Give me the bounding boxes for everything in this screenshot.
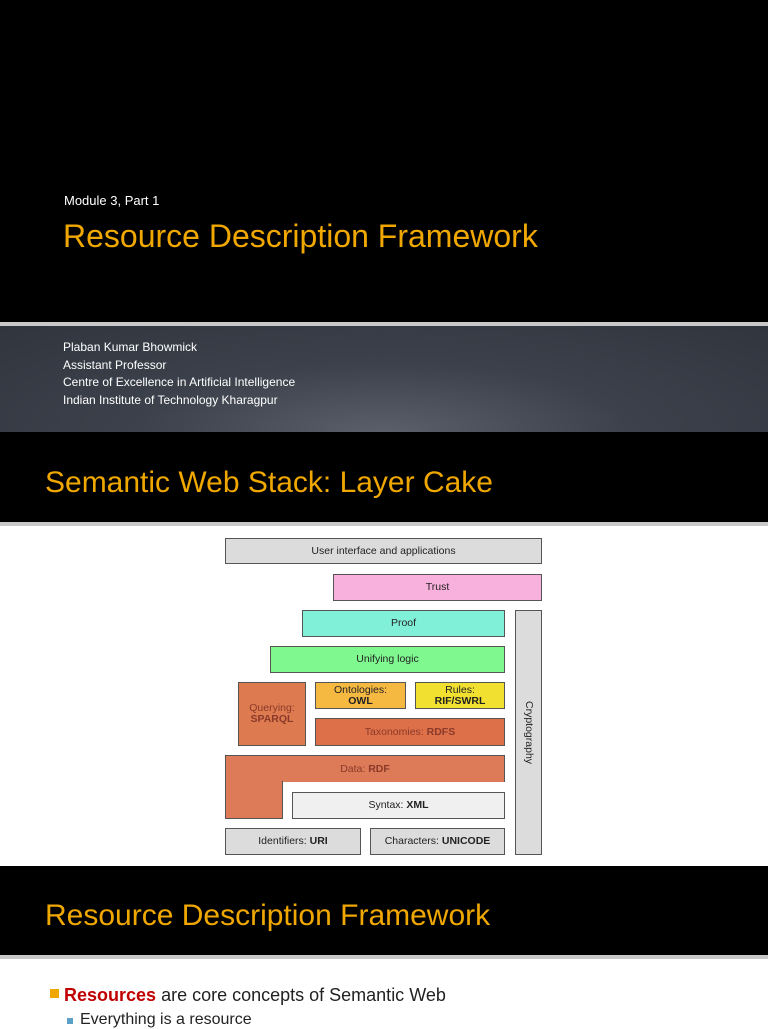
slide2-title: Semantic Web Stack: Layer Cake [45, 466, 493, 499]
rules-value: RIF/SWRL [434, 694, 486, 707]
author-title: Assistant Professor [63, 357, 167, 372]
bullet-icon [50, 989, 59, 998]
layer-data-extension [225, 781, 283, 819]
syntax-value: XML [406, 799, 429, 811]
layer-syntax: Syntax: XML [292, 792, 505, 819]
layer-taxonomies: Taxonomies: RDFS [315, 718, 505, 746]
slide-title: Resource Description Framework [63, 218, 538, 254]
layer-rules: Rules: RIF/SWRL [415, 682, 505, 709]
cryptography-label: Cryptography [523, 700, 535, 765]
layer-data: Data: RDF [225, 755, 505, 782]
divider [0, 955, 768, 959]
divider [0, 522, 768, 526]
layer-identifiers: Identifiers: URI [225, 828, 361, 855]
syntax-label: Syntax: [368, 799, 404, 811]
ontologies-label: Ontologies: [333, 683, 388, 696]
layer-characters: Characters: UNICODE [370, 828, 505, 855]
taxonomies-label: Taxonomies: [364, 725, 424, 738]
identifiers-label: Identifiers: [258, 835, 307, 847]
module-label: Module 3, Part 1 [64, 193, 160, 208]
bullet-text: are core concepts of Semantic Web [156, 985, 446, 1005]
author-name: Plaban Kumar Bhowmick [63, 340, 198, 354]
layer-proof: Proof [302, 610, 505, 637]
layer-ontologies: Ontologies: OWL [315, 682, 406, 709]
characters-label: Characters: [384, 835, 439, 847]
bullet-highlight: Resources [64, 985, 157, 1005]
sub-bullet-item: Everything is a resource [80, 1011, 252, 1028]
bullet-item: Resources are core concepts of Semantic … [64, 985, 446, 1006]
slide3-title: Resource Description Framework [45, 899, 491, 932]
author-band: Plaban Kumar Bhowmick Assistant Professo… [0, 326, 768, 432]
layer-trust: Trust [333, 574, 542, 601]
identifiers-value: URI [309, 835, 328, 847]
author-dept: Centre of Excellence in Artificial Intel… [63, 375, 296, 389]
layer-querying: Querying: SPARQL [238, 682, 306, 746]
characters-value: UNICODE [441, 835, 491, 847]
ontologies-value: OWL [348, 694, 373, 707]
data-value: RDF [368, 762, 390, 775]
taxonomies-value: RDFS [426, 725, 456, 738]
title-slide-header [0, 0, 768, 322]
layer-cryptography: Cryptography [515, 610, 542, 855]
layer-ui: User interface and applications [225, 538, 542, 564]
rules-label: Rules: [445, 683, 475, 696]
author-inst: Indian Institute of Technology Kharagpur [63, 392, 278, 407]
sub-bullet-icon [67, 1018, 73, 1024]
querying-value: SPARQL [250, 713, 294, 725]
layer-logic: Unifying logic [270, 646, 505, 673]
data-label: Data: [340, 762, 366, 775]
